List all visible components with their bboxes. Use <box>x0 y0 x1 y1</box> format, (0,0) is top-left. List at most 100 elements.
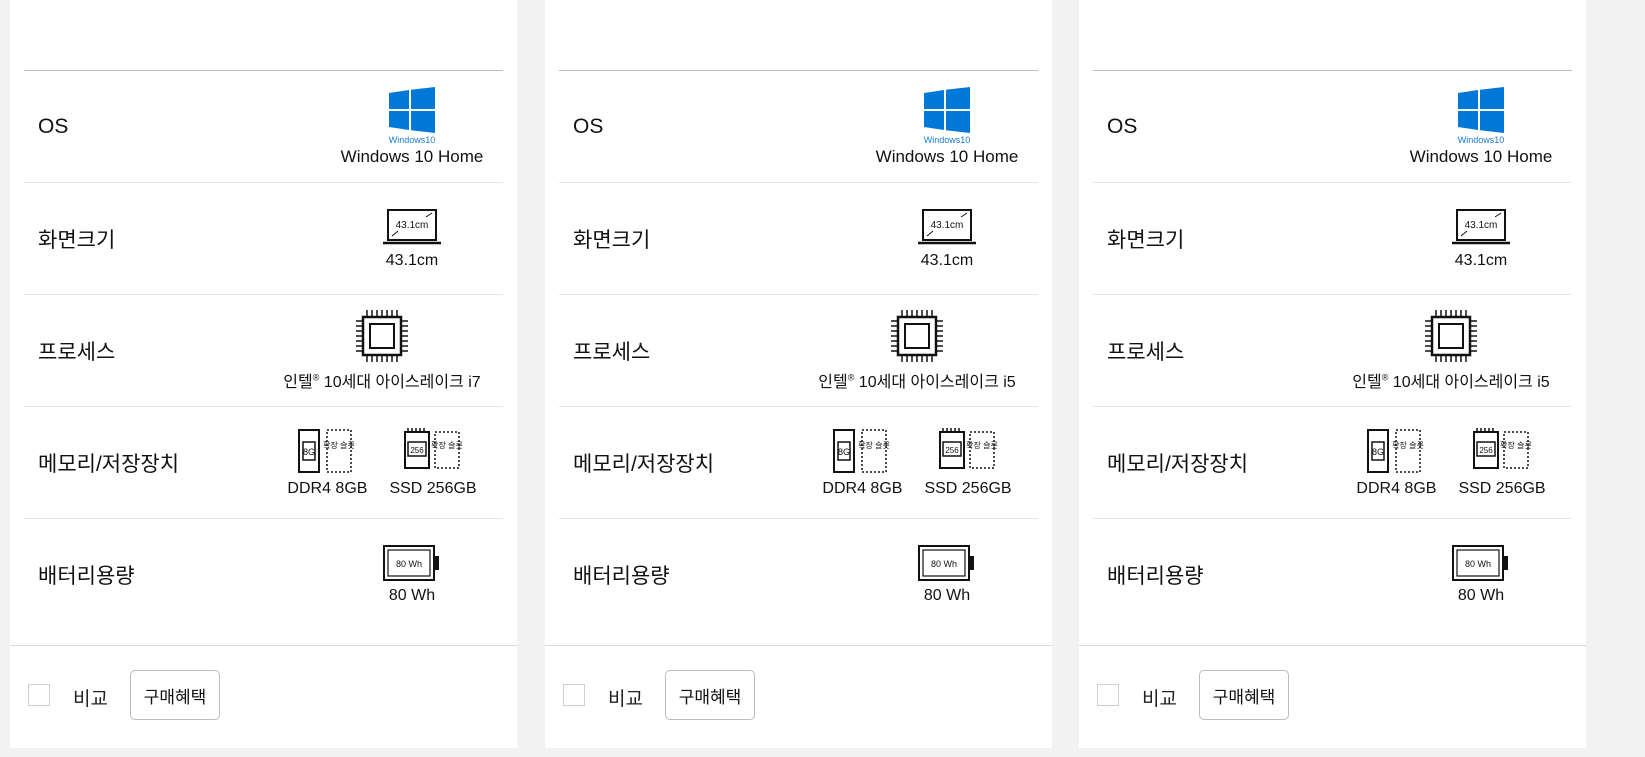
battery-label: 배터리용량 <box>573 564 670 588</box>
card-footer: 비교 구매혜택 <box>10 645 517 749</box>
purchase-benefit-button[interactable]: 구매혜택 <box>665 670 755 720</box>
battery-label: 배터리용량 <box>38 564 135 588</box>
screen-value: 43.1cm <box>385 251 439 269</box>
storage-item: 256 확장 슬롯 SSD 256GB <box>924 427 1012 498</box>
spec-row-screen: 화면크기 43.1cm 43.1cm <box>24 182 503 294</box>
processor-label: 프로세스 <box>38 340 116 364</box>
spec-row-memory: 메모리/저장장치 8G 확장 슬롯 DDR4 8GB 256 확장 슬롯 SSD… <box>24 406 503 518</box>
ram-icon-text: 8G <box>303 447 315 457</box>
product-card-1: OS Windows10 Windows 10 Home 화면크기 43.1cm… <box>10 0 517 748</box>
os-label: OS <box>38 114 69 138</box>
memory-value: DDR4 8GB <box>822 479 903 497</box>
spec-row-screen: 화면크기 43.1cm 43.1cm <box>1093 182 1572 294</box>
processor-spec: 인텔® 10세대 아이스레이크 i5 <box>789 295 1045 406</box>
memory-value: DDR4 8GB <box>1356 479 1437 497</box>
ram-sd-card-icon: 8G 확장 슬롯 <box>833 428 891 473</box>
laptop-screen-icon: 43.1cm <box>1452 208 1510 244</box>
spec-row-processor: 프로세스 인텔® 10세대 아이스레이크 i7 <box>24 294 503 406</box>
compare-checkbox[interactable] <box>563 684 585 706</box>
cpu-chip-icon <box>891 309 943 362</box>
spec-row-battery: 배터리용량 80 Wh 80 Wh <box>1093 518 1572 630</box>
screen-icon-text: 43.1cm <box>396 220 429 231</box>
screen-value: 43.1cm <box>1454 251 1508 269</box>
ram-item: 8G 확장 슬롯 DDR4 8GB <box>287 428 367 498</box>
compare-label[interactable]: 비교 <box>73 684 108 711</box>
card-footer: 비교 구매혜택 <box>545 645 1052 749</box>
spec-row-processor: 프로세스 인텔® 10세대 아이스레이크 i5 <box>1093 294 1572 406</box>
screen-icon-text: 43.1cm <box>1465 220 1498 231</box>
battery-value: 80 Wh <box>388 586 436 604</box>
ssd-icon-text: 256 <box>1479 446 1493 455</box>
processor-value: 인텔® 10세대 아이스레이크 i5 <box>1352 368 1549 392</box>
slot-icon-text: 확장 슬롯 <box>324 440 356 450</box>
memory-spec: 8G 확장 슬롯 DDR4 8GB 256 확장 슬롯 SSD 256GB <box>254 407 510 518</box>
battery-value: 80 Wh <box>923 586 971 604</box>
windows-logo-icon <box>1458 86 1504 133</box>
windows-logo-text: Windows10 <box>923 134 971 145</box>
spec-row-os: OS Windows10 Windows 10 Home <box>559 70 1038 182</box>
purchase-benefit-button[interactable]: 구매혜택 <box>130 670 220 720</box>
compare-label[interactable]: 비교 <box>1142 684 1177 711</box>
os-value: Windows 10 Home <box>340 146 484 166</box>
os-value: Windows 10 Home <box>875 146 1019 166</box>
slot-icon-text: 확장 슬롯 <box>859 440 891 450</box>
product-card-2: OS Windows10 Windows 10 Home 화면크기 43.1cm… <box>545 0 1052 748</box>
spec-row-processor: 프로세스 인텔® 10세대 아이스레이크 i5 <box>559 294 1038 406</box>
processor-label: 프로세스 <box>1107 340 1185 364</box>
battery-label: 배터리용량 <box>1107 564 1204 588</box>
card-footer: 비교 구매혜택 <box>1079 645 1586 749</box>
storage-value: SSD 256GB <box>1458 479 1546 497</box>
processor-model: 10세대 아이스레이크 i5 <box>1388 373 1550 391</box>
processor-label: 프로세스 <box>573 340 651 364</box>
compare-checkbox[interactable] <box>1097 684 1119 706</box>
spec-row-battery: 배터리용량 80 Wh 80 Wh <box>559 518 1038 630</box>
windows-logo-icon <box>924 86 970 133</box>
purchase-benefit-button[interactable]: 구매혜택 <box>1199 670 1289 720</box>
processor-value: 인텔® 10세대 아이스레이크 i7 <box>283 368 480 392</box>
screen-spec: 43.1cm 43.1cm <box>849 183 1045 294</box>
memory-spec: 8G 확장 슬롯 DDR4 8GB 256 확장 슬롯 SSD 256GB <box>1323 407 1579 518</box>
battery-icon: 80 Wh <box>918 544 974 581</box>
screen-label: 화면크기 <box>1107 228 1185 252</box>
ssd-card-icon: 256 확장 슬롯 <box>1473 427 1532 469</box>
storage-item: 256 확장 슬롯 SSD 256GB <box>1458 427 1546 498</box>
os-label: OS <box>1107 114 1138 138</box>
windows-logo-text: Windows10 <box>388 134 436 145</box>
spec-row-memory: 메모리/저장장치 8G 확장 슬롯 DDR4 8GB 256 확장 슬롯 SSD… <box>1093 406 1572 518</box>
memory-value: DDR4 8GB <box>287 479 368 497</box>
ssd-icon-text: 256 <box>410 446 424 455</box>
spec-row-memory: 메모리/저장장치 8G 확장 슬롯 DDR4 8GB 256 확장 슬롯 SSD… <box>559 406 1038 518</box>
ram-icon-text: 8G <box>838 447 850 457</box>
battery-icon: 80 Wh <box>383 544 439 581</box>
processor-brand: 인텔 <box>1352 373 1382 391</box>
screen-label: 화면크기 <box>38 228 116 252</box>
spec-row-os: OS Windows10 Windows 10 Home <box>1093 70 1572 182</box>
processor-model: 10세대 아이스레이크 i7 <box>319 373 481 391</box>
battery-icon-text: 80 Wh <box>1465 559 1491 569</box>
ssd-icon-text: 256 <box>945 446 959 455</box>
compare-checkbox[interactable] <box>28 684 50 706</box>
ram-sd-card-icon: 8G 확장 슬롯 <box>1367 428 1425 473</box>
ram-item: 8G 확장 슬롯 DDR4 8GB <box>1356 428 1436 498</box>
cpu-chip-icon <box>1425 309 1477 362</box>
processor-spec: 인텔® 10세대 아이스레이크 i5 <box>1323 295 1579 406</box>
slot-icon-text: 확장 슬롯 <box>1393 440 1425 450</box>
compare-label[interactable]: 비교 <box>608 684 643 711</box>
windows-logo-text: Windows10 <box>1457 134 1505 145</box>
battery-icon-text: 80 Wh <box>396 559 422 569</box>
laptop-screen-icon: 43.1cm <box>383 208 441 244</box>
screen-spec: 43.1cm 43.1cm <box>314 183 510 294</box>
ssd-card-icon: 256 확장 슬롯 <box>939 427 998 469</box>
processor-brand: 인텔 <box>283 373 313 391</box>
storage-item: 256 확장 슬롯 SSD 256GB <box>389 427 477 498</box>
processor-model: 10세대 아이스레이크 i5 <box>854 373 1016 391</box>
battery-spec: 80 Wh 80 Wh <box>849 519 1045 630</box>
os-spec: Windows10 Windows 10 Home <box>314 71 510 182</box>
screen-value: 43.1cm <box>920 251 974 269</box>
battery-value: 80 Wh <box>1457 586 1505 604</box>
product-card-3: OS Windows10 Windows 10 Home 화면크기 43.1cm… <box>1079 0 1586 748</box>
screen-label: 화면크기 <box>573 228 651 252</box>
ram-item: 8G 확장 슬롯 DDR4 8GB <box>822 428 902 498</box>
screen-icon-text: 43.1cm <box>931 220 964 231</box>
os-value: Windows 10 Home <box>1409 146 1553 166</box>
